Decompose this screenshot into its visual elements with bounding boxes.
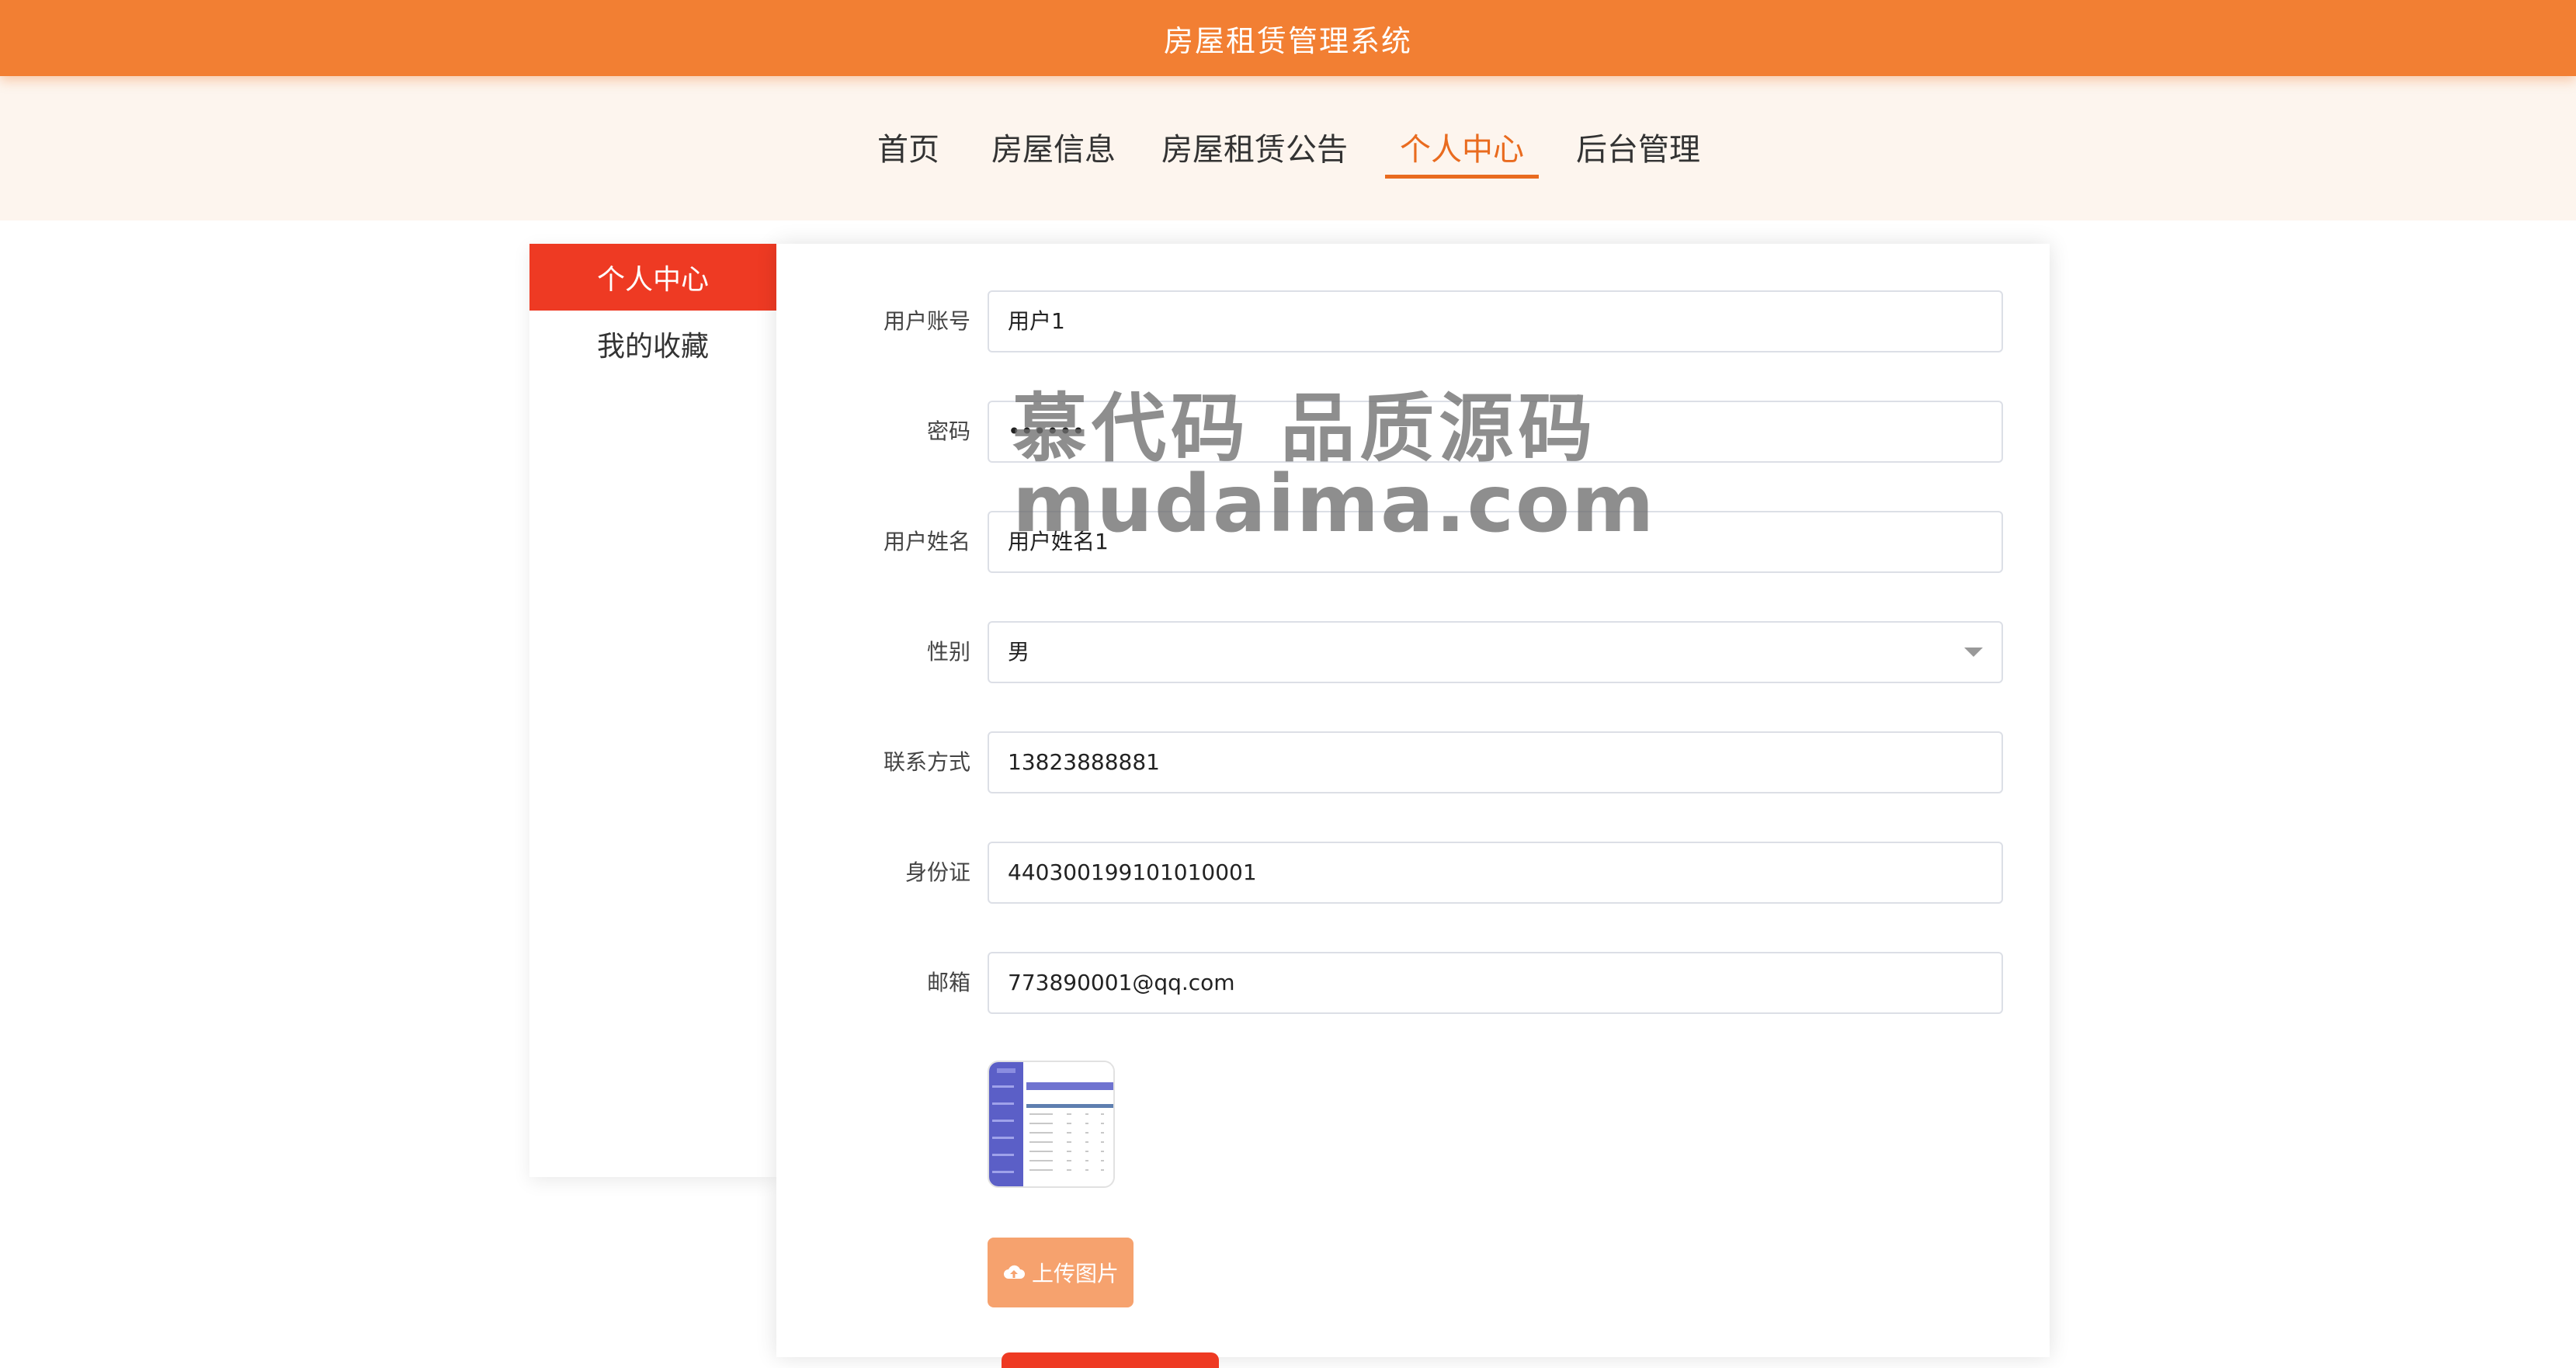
avatar-image xyxy=(988,1061,1115,1188)
side-item-favorites[interactable]: 我的收藏 xyxy=(529,311,776,377)
gender-label: 性别 xyxy=(926,639,970,665)
nav-rental-notice[interactable]: 房屋租赁公告 xyxy=(1161,124,1348,169)
password-label: 密码 xyxy=(926,418,970,444)
name-label: 用户姓名 xyxy=(883,529,970,554)
side-menu: 个人中心 我的收藏 xyxy=(529,244,776,1177)
nav-active-underline xyxy=(1385,175,1539,179)
phone-label: 联系方式 xyxy=(883,749,970,775)
nav-personal-center[interactable]: 个人中心 xyxy=(1400,124,1524,169)
upload-image-button[interactable]: 上传图片 xyxy=(988,1238,1134,1307)
email-label: 邮箱 xyxy=(926,970,970,995)
side-item-personal-center[interactable]: 个人中心 xyxy=(529,244,776,311)
submit-button[interactable] xyxy=(1002,1352,1219,1368)
gender-select[interactable]: 男 xyxy=(988,621,2003,683)
nav-house-info[interactable]: 房屋信息 xyxy=(991,124,1116,169)
email-input[interactable]: 773890001@qq.com xyxy=(988,952,2003,1014)
idcard-label: 身份证 xyxy=(904,859,970,885)
upload-button-label: 上传图片 xyxy=(1031,1261,1119,1286)
account-label: 用户账号 xyxy=(883,308,970,334)
gender-value: 男 xyxy=(1008,639,1030,665)
form-row-idcard: 身份证 440300199101010001 xyxy=(776,842,2050,904)
app-header: 房屋租赁管理系统 xyxy=(0,0,2576,76)
chevron-down-icon[interactable] xyxy=(1964,648,1983,657)
cloud-upload-icon xyxy=(1003,1265,1025,1279)
account-input[interactable]: 用户1 xyxy=(988,290,2003,352)
idcard-input[interactable]: 440300199101010001 xyxy=(988,842,2003,904)
phone-input[interactable]: 13823888881 xyxy=(988,731,2003,793)
form-row-email: 邮箱 773890001@qq.com xyxy=(776,952,2050,1014)
watermark-line2: mudaima.com xyxy=(1012,458,1656,550)
app-title: 房屋租赁管理系统 xyxy=(1163,23,1412,58)
avatar-thumbnail-graphic xyxy=(989,1062,1113,1186)
form-row-account: 用户账号 用户1 xyxy=(776,290,2050,352)
nav-admin[interactable]: 后台管理 xyxy=(1576,124,1700,169)
form-row-gender: 性别 男 xyxy=(776,621,2050,683)
nav-home[interactable]: 首页 xyxy=(877,124,939,169)
form-row-phone: 联系方式 13823888881 xyxy=(776,731,2050,793)
